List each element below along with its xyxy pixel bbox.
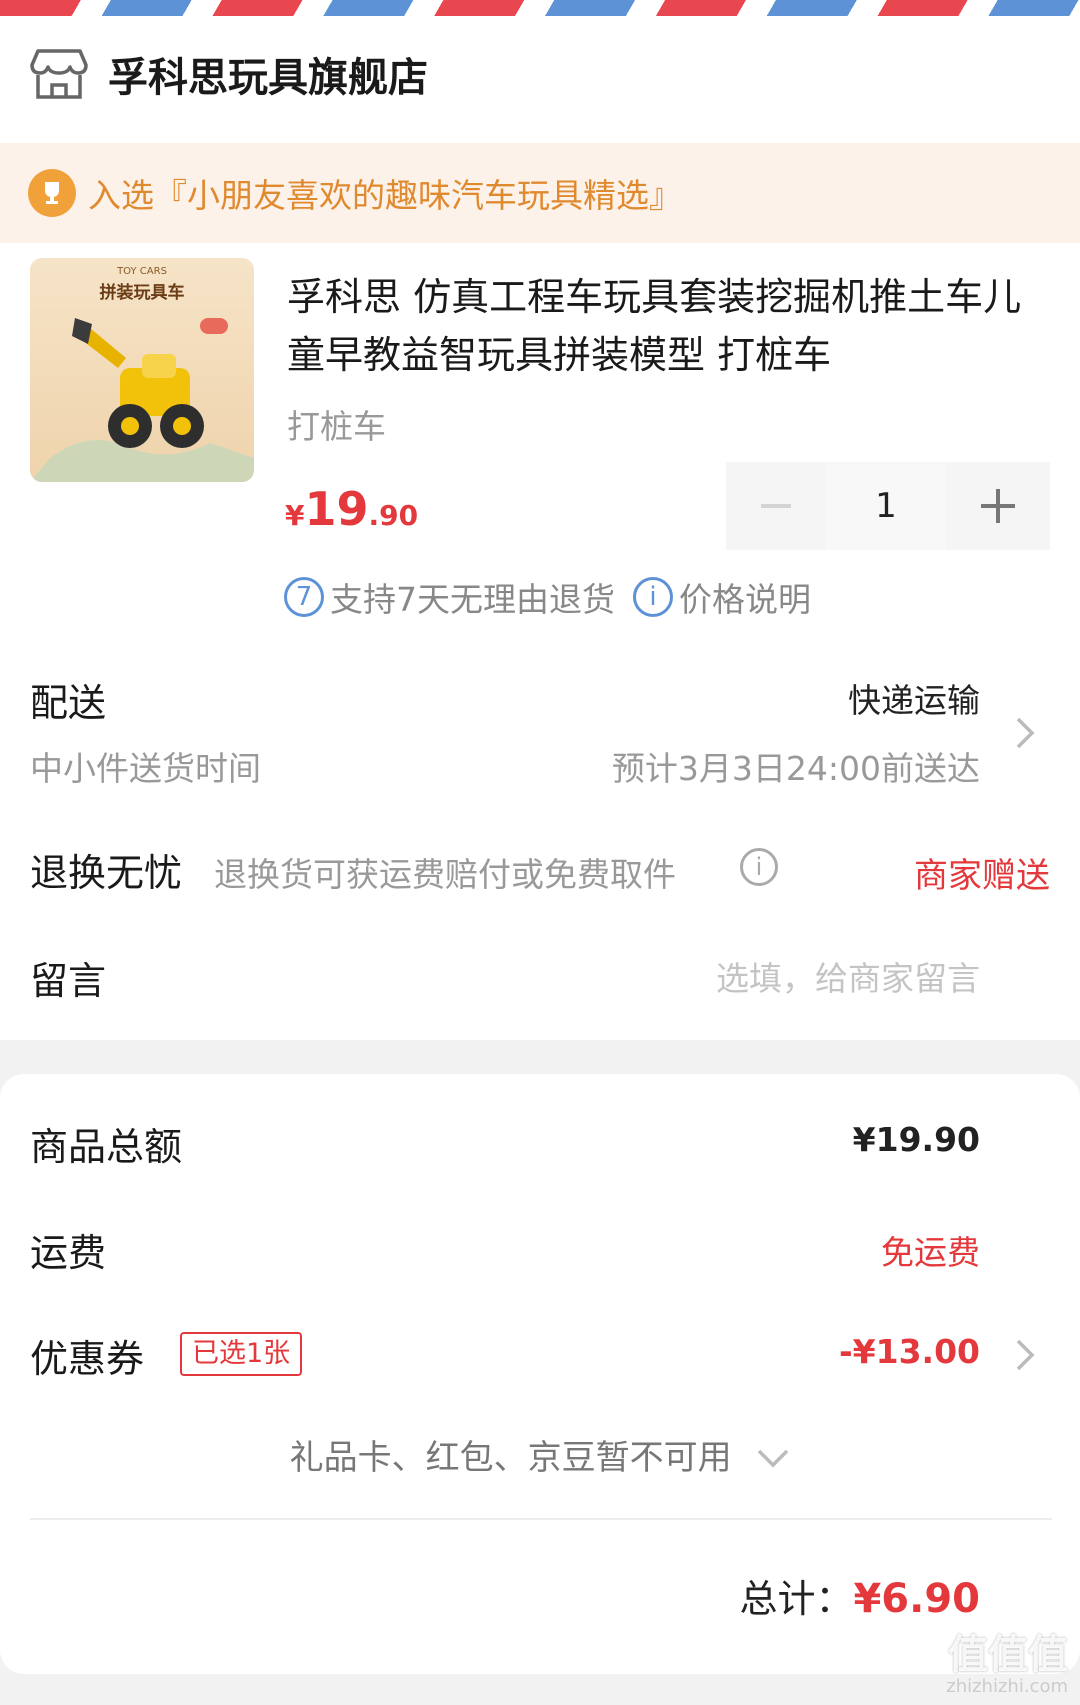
returns-note: 退换货可获运费赔付或免费取件	[214, 855, 676, 894]
delivery-label: 配送	[30, 681, 107, 725]
delivery-time-label: 中小件送货时间	[30, 749, 261, 788]
watermark-url: zhizhizhi.com	[946, 1676, 1068, 1697]
coupon-label: 优惠券	[30, 1337, 145, 1381]
increase-button[interactable]	[946, 462, 1050, 550]
promo-text: 入选『小朋友喜欢的趣味汽车玩具精选』	[88, 176, 682, 215]
store-icon	[30, 49, 88, 99]
returns-info-icon[interactable]: i	[740, 848, 778, 886]
price-decimal: .90	[368, 499, 419, 532]
delivery-method: 快递运输	[848, 681, 980, 720]
ranking-promo-bar[interactable]: 入选『小朋友喜欢的趣味汽车玩具精选』	[0, 143, 1080, 243]
order-total: 总计： ¥6.90	[739, 1568, 980, 1623]
product-variant: 打桩车	[287, 407, 386, 446]
delivery-eta: 预计3月3日24:00前送达	[611, 749, 980, 788]
returns-label: 退换无忧	[30, 851, 183, 895]
quantity-stepper: 1	[726, 462, 1050, 550]
payment-options-toggle[interactable]: 礼品卡、红包、京豆暂不可用	[0, 1430, 1080, 1479]
trophy-icon	[28, 169, 76, 217]
shop-header[interactable]: 孚科思玩具旗舰店	[30, 34, 428, 114]
coupon-selected-tag: 已选1张	[180, 1332, 303, 1376]
info-icon: i	[633, 577, 673, 617]
goods-total-value: ¥19.90	[852, 1120, 980, 1159]
airmail-border	[0, 0, 1080, 16]
price-currency: ¥	[285, 499, 305, 532]
quantity-value[interactable]: 1	[826, 462, 946, 550]
shipping-value: 免运费	[881, 1233, 980, 1272]
returns-value: 商家赠送	[914, 856, 1050, 896]
product-title[interactable]: 孚科思 仿真工程车玩具套装挖掘机推土车儿童早教益智玩具拼装模型 打桩车	[287, 268, 1047, 384]
chevron-down-icon	[758, 1449, 789, 1468]
total-value: ¥6.90	[853, 1576, 980, 1622]
watermark-logo: 值值值	[948, 1632, 1068, 1678]
message-input[interactable]: 选填，给商家留言	[716, 952, 980, 1000]
plus-icon	[981, 489, 1015, 523]
total-label: 总计：	[739, 1577, 854, 1621]
service-guarantees: 7 支持7天无理由退货 i 价格说明	[284, 572, 811, 622]
price-explanation-link[interactable]: 价格说明	[679, 573, 811, 621]
message-label: 留言	[30, 959, 107, 1003]
divider	[30, 1518, 1052, 1520]
unavailable-note: 礼品卡、红包、京豆暂不可用	[289, 1438, 732, 1478]
chevron-right-icon[interactable]	[1014, 716, 1036, 750]
seven-day-return-icon: 7	[284, 577, 324, 617]
shipping-label: 运费	[30, 1231, 107, 1275]
product-price: ¥19.90	[285, 482, 418, 536]
goods-total-label: 商品总额	[30, 1125, 183, 1169]
shop-name: 孚科思玩具旗舰店	[108, 55, 428, 101]
price-integer: 19	[304, 482, 369, 536]
chevron-right-icon[interactable]	[1014, 1338, 1036, 1372]
decrease-button[interactable]	[726, 462, 826, 550]
product-thumbnail[interactable]: TOY CARS 拼装玩具车	[30, 258, 254, 482]
toy-truck-illustration	[30, 318, 254, 482]
minus-icon	[761, 504, 791, 508]
return-policy-text[interactable]: 支持7天无理由退货	[330, 573, 615, 621]
coupon-value[interactable]: -¥13.00	[839, 1332, 980, 1371]
